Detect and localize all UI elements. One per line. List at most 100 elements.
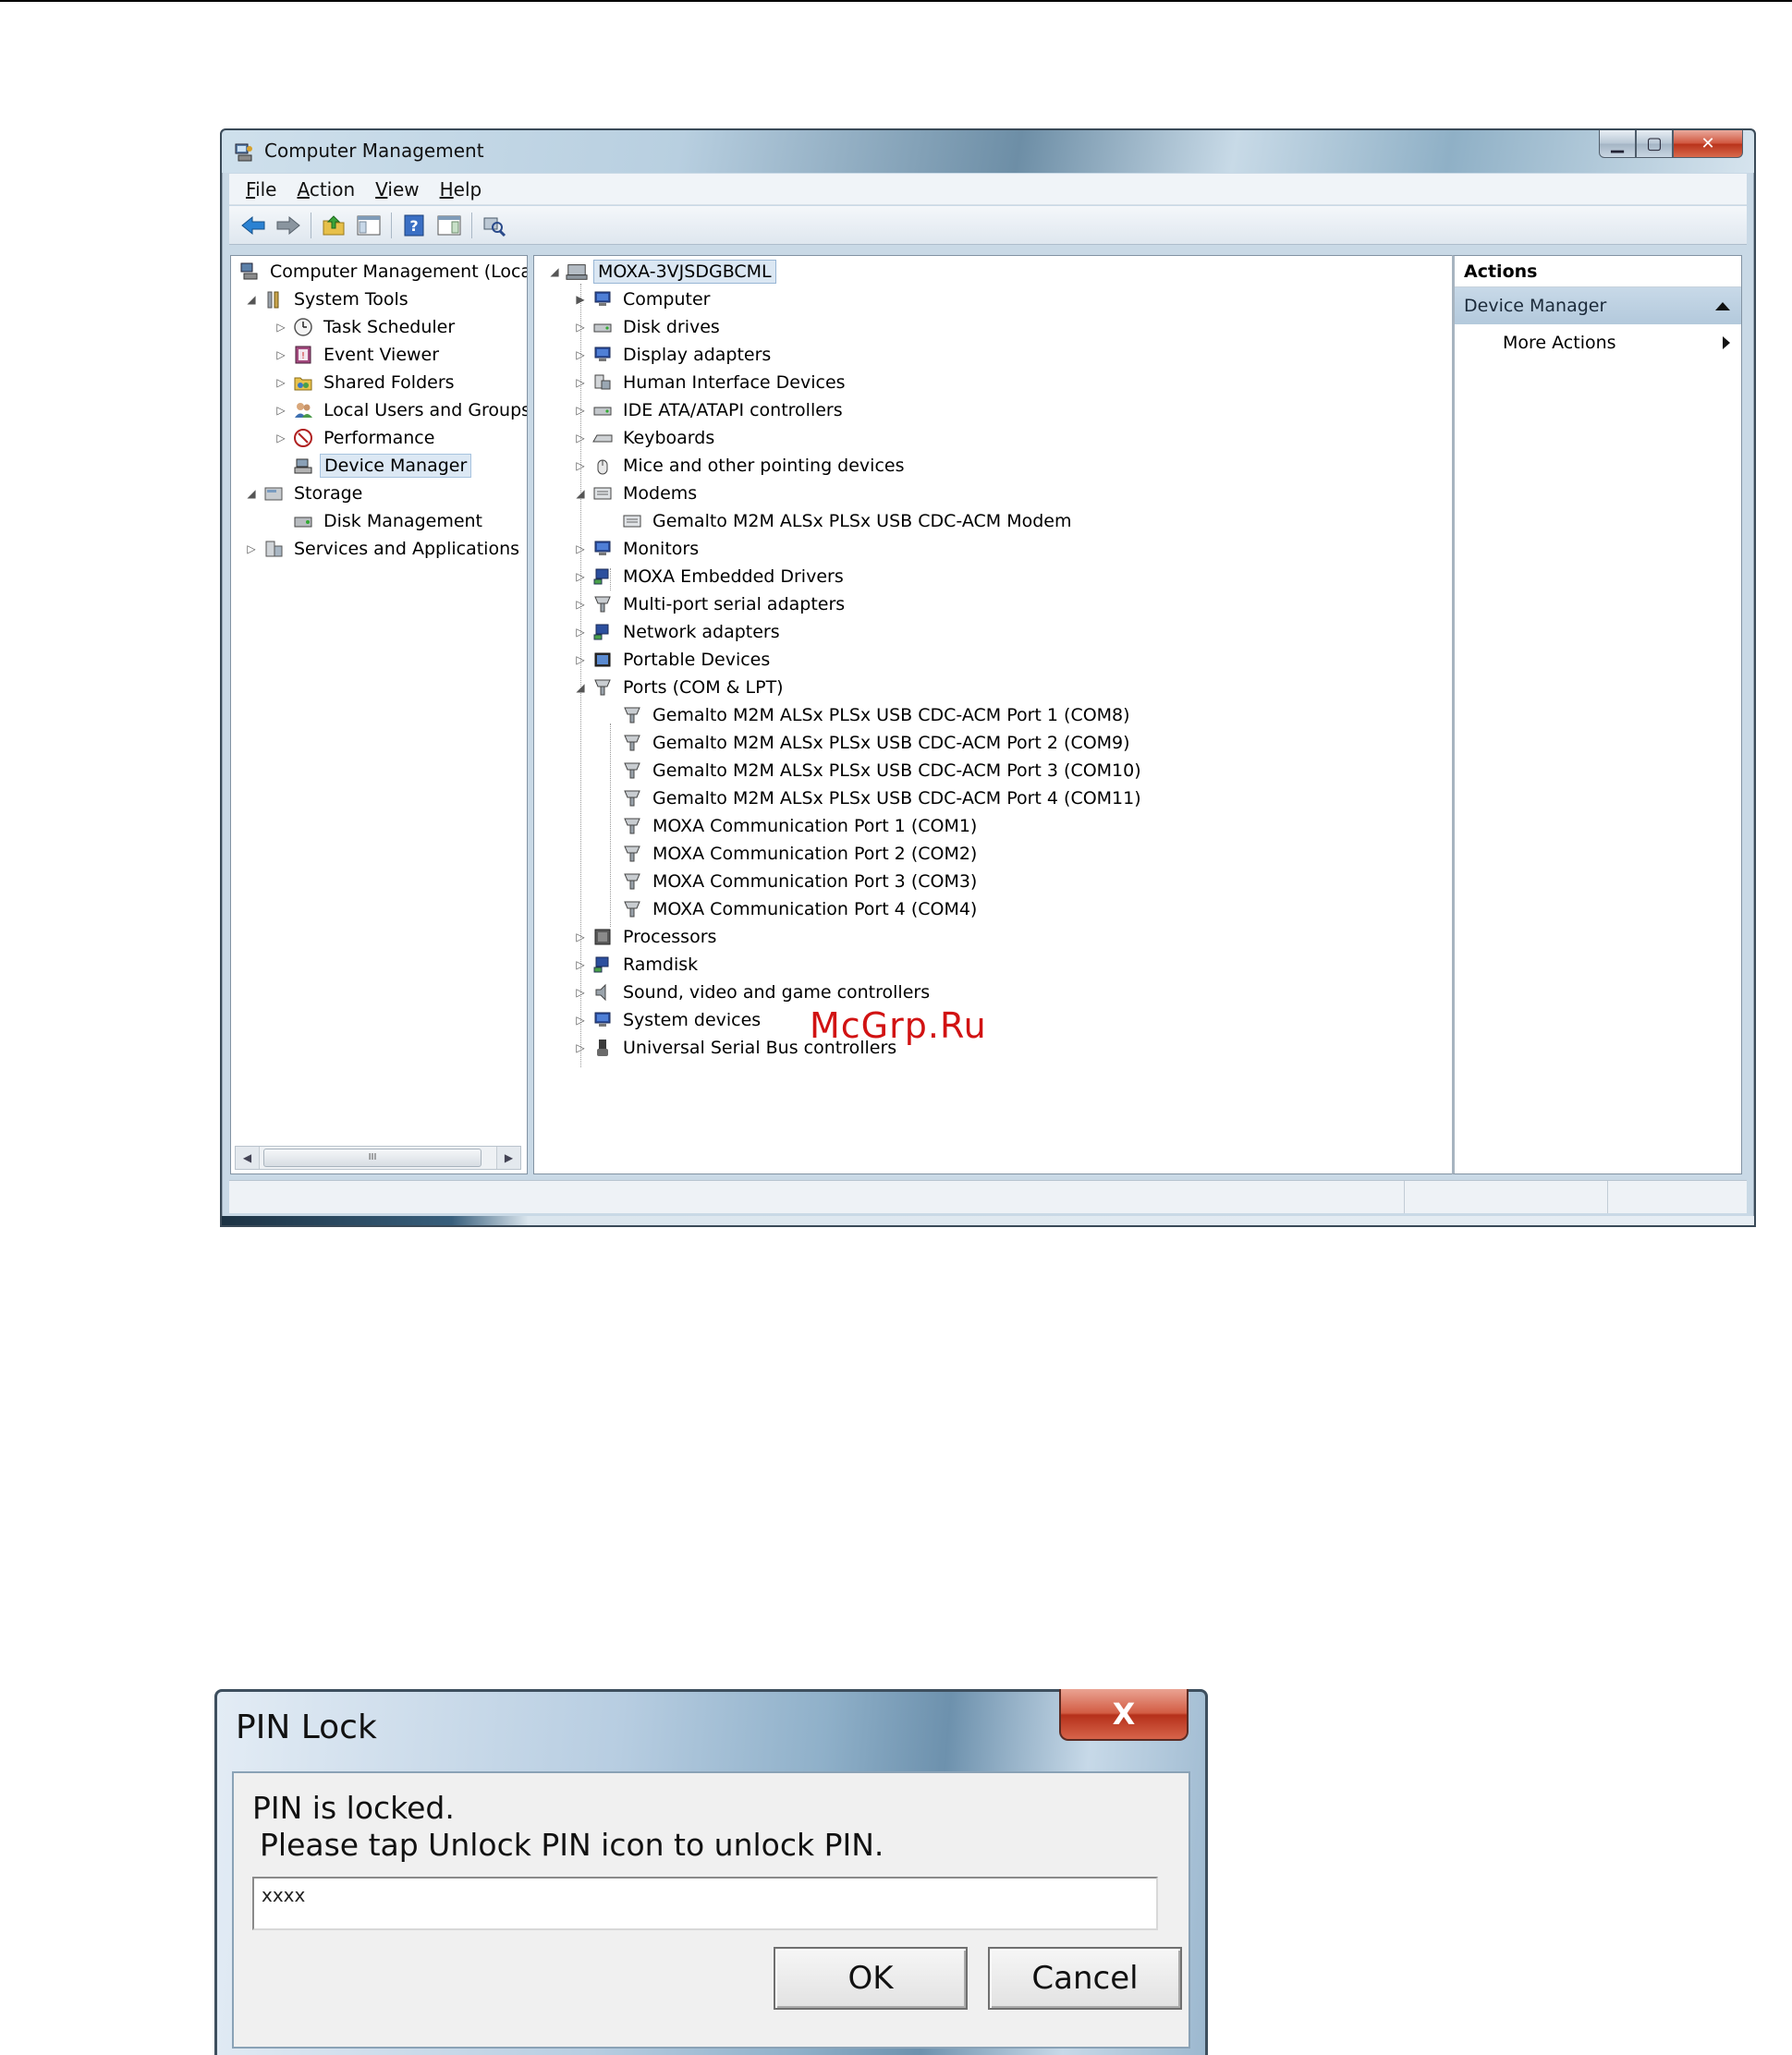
menu-file[interactable]: File xyxy=(246,178,276,201)
device-category-processors[interactable]: ▷ Processors xyxy=(573,923,720,951)
device-tree-pane: ◢ MOXA-3VJSDGBCML ▶ Computer ▷ Disk drives ▷… xyxy=(533,255,1457,1174)
pin-input[interactable]: xxxx xyxy=(252,1877,1158,1930)
expand-icon[interactable]: ▷ xyxy=(573,458,588,473)
collapse-icon[interactable]: ◢ xyxy=(547,264,562,279)
tree-item-services[interactable]: ▷ Services and Applications xyxy=(244,535,523,563)
help-button[interactable]: ? xyxy=(399,211,429,240)
expand-icon[interactable]: ▷ xyxy=(573,652,588,667)
device-category-hid[interactable]: ▷ Human Interface Devices xyxy=(573,369,849,396)
device-tree-root[interactable]: ◢ MOXA-3VJSDGBCML xyxy=(547,258,776,286)
show-hide-action-pane-button[interactable] xyxy=(434,211,464,240)
minimize-button[interactable]: ▁ xyxy=(1599,130,1636,158)
expand-icon[interactable]: ▶ xyxy=(573,292,588,307)
device-label: Gemalto M2M ALSx PLSx USB CDC-ACM Port 4… xyxy=(652,788,1141,809)
maximize-button[interactable]: ▢ xyxy=(1636,130,1673,158)
ok-button[interactable]: OK xyxy=(774,1947,968,2010)
device-category-display-adapters[interactable]: ▷ Display adapters xyxy=(573,341,774,369)
horizontal-scrollbar[interactable]: ◀ III ▶ xyxy=(235,1146,521,1170)
actions-section-device-manager[interactable]: Device Manager xyxy=(1455,287,1741,324)
expand-icon[interactable]: ▷ xyxy=(573,597,588,612)
dialog-close-button[interactable]: X xyxy=(1059,1689,1189,1741)
close-button[interactable]: ✕ xyxy=(1673,130,1743,158)
show-hide-tree-button[interactable] xyxy=(354,211,384,240)
tree-item-device-manager[interactable]: Device Manager xyxy=(274,452,472,480)
device-label: Human Interface Devices xyxy=(623,372,846,393)
device-category-sound[interactable]: ▷ Sound, video and game controllers xyxy=(573,979,933,1006)
menu-view[interactable]: View xyxy=(375,178,419,201)
device-category-ide[interactable]: ▷ IDE ATA/ATAPI controllers xyxy=(573,396,847,424)
device-category-system[interactable]: ▷ System devices xyxy=(573,1006,764,1034)
device-port-com3[interactable]: MOXA Communication Port 3 (COM3) xyxy=(603,868,981,895)
expand-icon[interactable]: ▷ xyxy=(573,320,588,334)
forward-arrow-icon xyxy=(276,215,300,235)
collapse-icon[interactable]: ◢ xyxy=(244,486,259,501)
expand-icon[interactable]: ▷ xyxy=(274,403,288,418)
device-category-modems[interactable]: ◢ Modems xyxy=(573,480,701,507)
expand-icon[interactable]: ▷ xyxy=(573,985,588,1000)
tree-item-storage[interactable]: ◢ Storage xyxy=(244,480,366,507)
expand-icon[interactable]: ▷ xyxy=(573,347,588,362)
device-category-disk-drives[interactable]: ▷ Disk drives xyxy=(573,313,724,341)
expand-icon[interactable]: ▷ xyxy=(573,1040,588,1055)
device-category-monitors[interactable]: ▷ Monitors xyxy=(573,535,702,563)
device-category-portable[interactable]: ▷ Portable Devices xyxy=(573,646,774,674)
device-category-network-adapters[interactable]: ▷ Network adapters xyxy=(573,618,784,646)
expand-icon[interactable]: ▷ xyxy=(274,431,288,445)
menu-help[interactable]: Help xyxy=(440,178,482,201)
device-port-com8[interactable]: Gemalto M2M ALSx PLSx USB CDC-ACM Port 1… xyxy=(603,701,1134,729)
expand-icon[interactable]: ▷ xyxy=(573,930,588,944)
collapse-up-icon[interactable] xyxy=(1715,301,1730,310)
scan-hardware-button[interactable] xyxy=(480,211,509,240)
device-port-com4[interactable]: MOXA Communication Port 4 (COM4) xyxy=(603,895,981,923)
device-port-com9[interactable]: Gemalto M2M ALSx PLSx USB CDC-ACM Port 2… xyxy=(603,729,1134,757)
device-port-com2[interactable]: MOXA Communication Port 2 (COM2) xyxy=(603,840,981,868)
scroll-thumb[interactable]: III xyxy=(263,1149,482,1167)
expand-icon[interactable]: ▷ xyxy=(274,320,288,334)
tree-item-disk-management[interactable]: Disk Management xyxy=(274,507,486,535)
forward-button[interactable] xyxy=(274,211,303,240)
scroll-left-icon[interactable]: ◀ xyxy=(236,1147,260,1169)
more-actions-link[interactable]: More Actions xyxy=(1455,324,1741,361)
back-button[interactable] xyxy=(238,211,268,240)
expand-icon[interactable]: ▷ xyxy=(573,431,588,445)
device-gemalto-modem[interactable]: Gemalto M2M ALSx PLSx USB CDC-ACM Modem xyxy=(603,507,1075,535)
expand-icon[interactable]: ▷ xyxy=(573,541,588,556)
device-port-com10[interactable]: Gemalto M2M ALSx PLSx USB CDC-ACM Port 3… xyxy=(603,757,1145,784)
expand-icon[interactable]: ▷ xyxy=(274,347,288,362)
expand-icon[interactable]: ▷ xyxy=(573,569,588,584)
expand-icon[interactable]: ▷ xyxy=(573,625,588,639)
collapse-icon[interactable]: ◢ xyxy=(244,292,259,307)
device-label: Mice and other pointing devices xyxy=(623,456,905,476)
expand-icon[interactable]: ▷ xyxy=(573,403,588,418)
expand-icon[interactable]: ▷ xyxy=(573,957,588,972)
tree-item-task-scheduler[interactable]: ▷ Task Scheduler xyxy=(274,313,458,341)
scroll-right-icon[interactable]: ▶ xyxy=(496,1147,520,1169)
tree-item-event-viewer[interactable]: ▷ ! Event Viewer xyxy=(274,341,443,369)
collapse-icon[interactable]: ◢ xyxy=(573,486,588,501)
device-port-com11[interactable]: Gemalto M2M ALSx PLSx USB CDC-ACM Port 4… xyxy=(603,784,1145,812)
cancel-button[interactable]: Cancel xyxy=(988,1947,1182,2010)
device-category-computer[interactable]: ▶ Computer xyxy=(573,286,713,313)
device-label: Ramdisk xyxy=(623,955,699,975)
collapse-icon[interactable]: ◢ xyxy=(573,680,588,695)
device-category-mice[interactable]: ▷ Mice and other pointing devices xyxy=(573,452,908,480)
tree-item-local-users[interactable]: ▷ Local Users and Groups xyxy=(274,396,527,424)
tree-item-root[interactable]: Computer Management (Local xyxy=(235,258,527,286)
menu-action[interactable]: Action xyxy=(297,178,355,201)
device-category-ports[interactable]: ◢ Ports (COM & LPT) xyxy=(573,674,787,701)
device-category-multiport[interactable]: ▷ Multi-port serial adapters xyxy=(573,590,848,618)
expand-icon[interactable]: ▷ xyxy=(244,541,259,556)
device-category-ramdisk[interactable]: ▷ Ramdisk xyxy=(573,951,701,979)
up-folder-button[interactable] xyxy=(319,211,348,240)
title-bar[interactable]: Computer Management ▁ ▢ ✕ xyxy=(222,130,1754,173)
expand-icon[interactable]: ▷ xyxy=(274,375,288,390)
tree-item-shared-folders[interactable]: ▷ Shared Folders xyxy=(274,369,458,396)
expand-icon[interactable]: ▷ xyxy=(573,1013,588,1028)
device-port-com1[interactable]: MOXA Communication Port 1 (COM1) xyxy=(603,812,981,840)
expand-icon[interactable]: ▷ xyxy=(573,375,588,390)
tree-item-performance[interactable]: ▷ Performance xyxy=(274,424,438,452)
tree-item-system-tools[interactable]: ◢ System Tools xyxy=(244,286,412,313)
device-category-keyboards[interactable]: ▷ Keyboards xyxy=(573,424,718,452)
help-icon: ? xyxy=(404,214,424,236)
device-category-moxa-drivers[interactable]: ▷ MOXA Embedded Drivers xyxy=(573,563,847,590)
